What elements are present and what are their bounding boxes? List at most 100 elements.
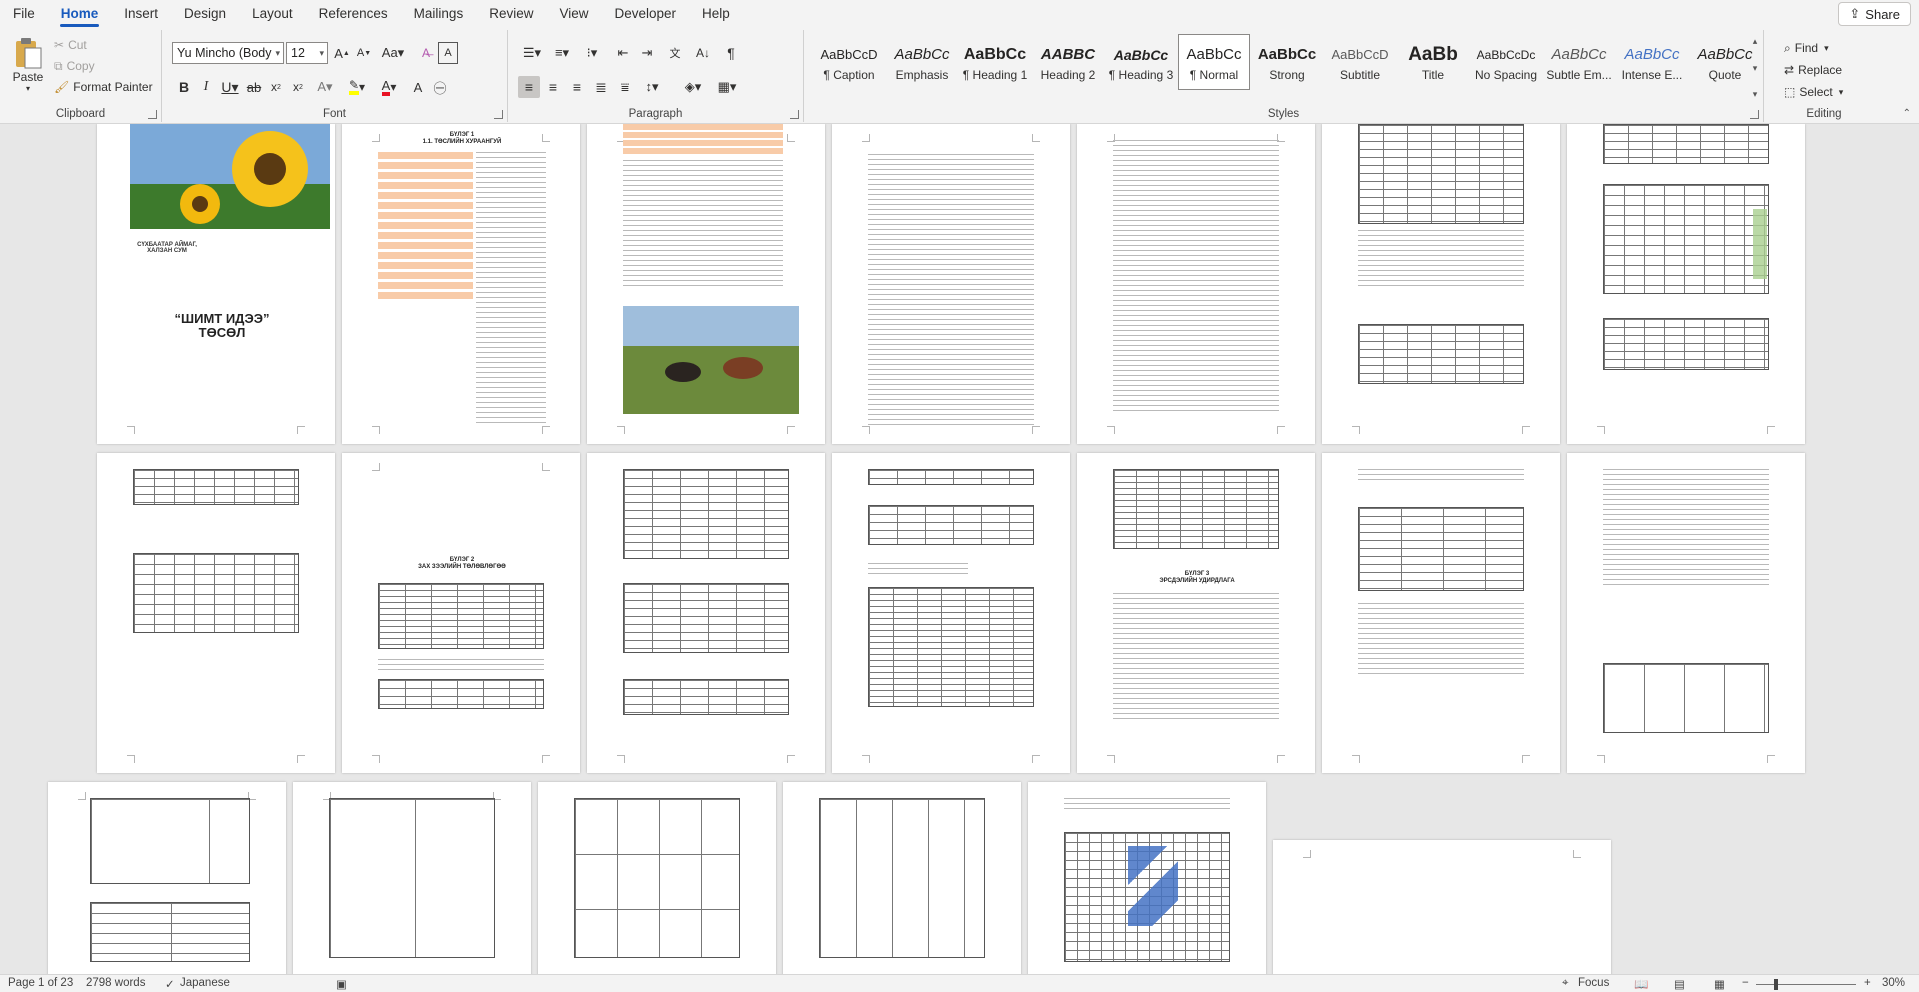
style-heading-1[interactable]: AaBbCc ¶ Heading 1 [959,34,1031,90]
sort-icon[interactable]: A↓ [692,42,714,64]
chevron-down-icon[interactable]: ▾ [1753,63,1758,74]
change-case-icon[interactable]: Aa▾ [380,42,406,64]
style-emphasis[interactable]: AaBbCc Emphasis [886,34,958,90]
page-count[interactable]: Page 1 of 23 [8,977,73,989]
menu-references[interactable]: References [306,0,401,28]
menu-design[interactable]: Design [171,0,239,28]
clear-formatting-icon[interactable]: A̶ [416,42,436,64]
page-5[interactable] [1077,124,1315,444]
style-caption[interactable]: AaBbCcD ¶ Caption [813,34,885,90]
align-center-icon[interactable]: ≡ [542,76,564,98]
find-button[interactable]: ⌕ Find ▾ [1784,38,1829,58]
focus-button[interactable]: Focus [1578,977,1609,989]
font-dialog-launcher[interactable] [494,110,503,119]
zoom-level[interactable]: 30% [1882,977,1905,989]
page-3[interactable] [587,124,825,444]
style-intense-emphasis[interactable]: AaBbCc Intense E... [1616,34,1688,90]
more-styles-icon[interactable]: ▾ [1753,89,1758,100]
style-heading-2[interactable]: AABBC Heading 2 [1032,34,1104,90]
cut-button[interactable]: ✂ Cut [54,35,87,55]
font-size-box[interactable]: 12 ▾ [286,42,328,64]
read-mode-icon[interactable]: 📖 [1634,977,1648,991]
menu-home[interactable]: Home [48,0,112,28]
proofing-icon[interactable]: ✓ [165,977,175,991]
word-count[interactable]: 2798 words [86,977,145,989]
document-area[interactable]: СҮХБААТАР АЙМАГ, ХАЛЗАН СУМ “ШИМТ ИДЭЭ” … [0,124,1919,974]
align-right-icon[interactable]: ≡ [566,76,588,98]
menu-view[interactable]: View [546,0,601,28]
language[interactable]: Japanese [180,977,230,989]
page-18[interactable] [783,782,1021,974]
menu-mailings[interactable]: Mailings [401,0,477,28]
page-9[interactable]: БҮЛЭГ 2 ЗАХ ЗЭЭЛИЙН ТӨЛӨВЛӨГӨӨ [342,453,580,773]
font-color-icon[interactable]: A ▾ [376,76,402,98]
zoom-slider[interactable] [1756,979,1856,990]
enclose-characters-icon[interactable]: ㊀ [430,76,450,98]
styles-scroll[interactable]: ▴ ▾ ▾ [1748,36,1762,100]
page-12[interactable]: БҮЛЭГ 3 ЭРСДЭЛИЙН УДИРДЛАГА [1077,453,1315,773]
print-layout-icon[interactable]: ▤ [1674,977,1685,991]
bullets-icon[interactable]: ☰▾ [518,42,546,64]
line-spacing-icon[interactable]: ↕▾ [638,76,666,98]
zoom-out-icon[interactable]: − [1742,977,1749,989]
style-strong[interactable]: AaBbCc Strong [1251,34,1323,90]
menu-insert[interactable]: Insert [111,0,171,28]
zoom-in-icon[interactable]: + [1864,977,1871,989]
page-15[interactable] [48,782,286,974]
clipboard-dialog-launcher[interactable] [148,110,157,119]
page-20[interactable] [1273,840,1611,974]
zoom-slider-thumb[interactable] [1774,979,1778,990]
text-effects-icon[interactable]: A▾ [312,76,338,98]
decrease-indent-icon[interactable]: ⇤ [612,42,634,64]
style-subtitle[interactable]: AaBbCcD Subtitle [1324,34,1396,90]
highlight-icon[interactable]: ✎ ▾ [344,76,370,98]
bold-icon[interactable]: B [174,76,194,98]
style-heading-3[interactable]: AaBbCc ¶ Heading 3 [1105,34,1177,90]
style-no-spacing[interactable]: AaBbCcDc No Spacing [1470,34,1542,90]
page-17[interactable] [538,782,776,974]
copy-button[interactable]: ⧉ Copy [54,56,95,76]
page-10[interactable] [587,453,825,773]
strikethrough-icon[interactable]: ab [244,76,264,98]
web-layout-icon[interactable]: ▦ [1714,977,1725,991]
character-border-icon[interactable]: A [438,42,458,64]
superscript-icon[interactable]: x2 [288,76,308,98]
show-formatting-icon[interactable]: ¶ [720,42,742,64]
format-painter-button[interactable]: 🖌 Format Painter [54,77,153,97]
page-13[interactable] [1322,453,1560,773]
increase-indent-icon[interactable]: ⇥ [636,42,658,64]
menu-layout[interactable]: Layout [239,0,306,28]
select-button[interactable]: ⬚ Select ▾ [1784,82,1843,102]
menu-help[interactable]: Help [689,0,743,28]
page-2[interactable]: БҮЛЭГ 1 1.1. ТӨСЛИЙН ХУРААНГУЙ [342,124,580,444]
shrink-font-icon[interactable]: A ▼ [354,42,374,64]
style-subtle-emphasis[interactable]: AaBbCc Subtle Em... [1543,34,1615,90]
paste-button[interactable]: Paste ▾ [6,34,50,94]
style-normal[interactable]: AaBbCc ¶ Normal [1178,34,1250,90]
share-button[interactable]: ⇪ Share [1838,2,1911,26]
page-16[interactable] [293,782,531,974]
numbering-icon[interactable]: ≡▾ [548,42,576,64]
page-6[interactable] [1322,124,1560,444]
chevron-up-icon[interactable]: ▴ [1753,36,1758,47]
page-11[interactable] [832,453,1070,773]
paragraph-dialog-launcher[interactable] [790,110,799,119]
subscript-icon[interactable]: x2 [266,76,286,98]
accessibility-icon[interactable]: ▣ [336,977,347,991]
page-7[interactable] [1567,124,1805,444]
menu-file[interactable]: File [0,0,48,28]
page-14[interactable] [1567,453,1805,773]
align-left-icon[interactable]: ≡ [518,76,540,98]
borders-icon[interactable]: ▦▾ [712,76,742,98]
page-19[interactable] [1028,782,1266,974]
font-name-box[interactable]: Yu Mincho (Body ▾ [172,42,284,64]
styles-dialog-launcher[interactable] [1750,110,1759,119]
underline-icon[interactable]: U▾ [218,76,242,98]
distributed-icon[interactable]: ⩸ [614,76,636,98]
menu-developer[interactable]: Developer [602,0,690,28]
character-shading-icon[interactable]: A [408,76,428,98]
menu-review[interactable]: Review [476,0,546,28]
page-4[interactable] [832,124,1070,444]
justify-icon[interactable]: ≣ [590,76,612,98]
chinese-layout-icon[interactable]: 文 [664,42,686,64]
